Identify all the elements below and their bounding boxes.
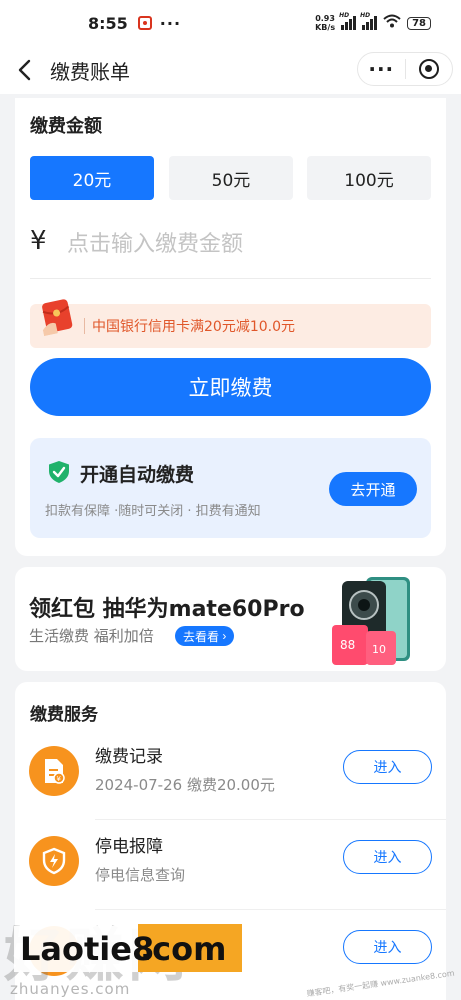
amount-option-50[interactable]: 50元 (169, 156, 293, 200)
power-shield-icon (29, 836, 79, 886)
service-row-third[interactable]: 进入 (15, 912, 446, 1000)
amount-title: 缴费金额 (30, 116, 102, 137)
enable-auto-pay-button[interactable]: 去开通 (329, 472, 417, 506)
app-notification-icon (137, 16, 152, 30)
mini-program-capsule: ··· (357, 52, 453, 86)
shield-check-icon (49, 461, 69, 483)
status-more-dots: ··· (159, 13, 182, 33)
input-divider (30, 278, 431, 279)
target-close-icon (418, 59, 439, 79)
status-indicators: 0.93 KB/s HD HD 78 (315, 12, 431, 32)
red-packet-88: 88 (340, 638, 355, 652)
promo-text: 中国银行信用卡满20元减10.0元 (92, 319, 295, 335)
services-title: 缴费服务 (30, 705, 98, 725)
auto-pay-title: 开通自动缴费 (80, 464, 195, 486)
battery-indicator: 78 (407, 16, 431, 30)
signal-icon: HD (339, 12, 357, 30)
phone-prize-image: 88 10 (332, 577, 410, 665)
hd-label: HD (339, 12, 350, 19)
hd-label-2: HD (360, 12, 371, 19)
red-packet-10: 10 (372, 643, 386, 656)
banner-subtitle: 生活缴费 福利加倍 (29, 627, 154, 645)
amount-option-100[interactable]: 100元 (307, 156, 431, 200)
enter-bill-record-button[interactable]: 进入 (343, 750, 432, 784)
network-speed-unit: KB/s (315, 23, 336, 32)
network-speed: 0.93 KB/s (315, 14, 335, 32)
currency-symbol: ¥ (30, 226, 47, 256)
service-desc: 停电信息查询 (95, 866, 186, 884)
service-row-outage-report[interactable]: 停电报障 停电信息查询 进入 (15, 822, 446, 910)
back-arrow-icon[interactable] (2, 48, 46, 92)
red-packet-icon (42, 299, 73, 337)
close-mini-program-button[interactable] (405, 59, 452, 79)
auto-pay-box: 开通自动缴费 扣款有保障 ·随时可关闭 · 扣费有通知 去开通 (30, 438, 431, 538)
service-row-bill-record[interactable]: ¥ 缴费记录 2024-07-26 缴费20.00元 进入 (15, 732, 446, 820)
amount-card: 缴费金额 20元 50元 100元 ¥ 中国银行信用卡满20元减10.0元 立即… (15, 98, 446, 556)
page-title: 缴费账单 (50, 59, 130, 84)
auto-pay-subtitle: 扣款有保障 ·随时可关闭 · 扣费有通知 (45, 504, 261, 519)
service-name: 停电报障 (95, 837, 163, 857)
amount-input[interactable] (67, 226, 427, 262)
service-icon (29, 926, 79, 976)
promo-banner[interactable]: 中国银行信用卡满20元减10.0元 (30, 299, 431, 348)
banner-title: 领红包 抽华为mate60Pro (29, 597, 305, 622)
pay-now-button[interactable]: 立即缴费 (30, 358, 431, 416)
banner-see-more-button[interactable]: 去看看 › (175, 626, 235, 646)
enter-outage-report-button[interactable]: 进入 (343, 840, 432, 874)
wifi-icon (383, 14, 401, 32)
row-divider (95, 909, 446, 910)
status-bar: 8:55 ··· 0.93 KB/s HD HD 78 (0, 0, 461, 46)
services-card: 缴费服务 ¥ 缴费记录 2024-07-26 缴费20.00元 进入 停电报障 … (15, 682, 446, 1000)
service-desc: 2024-07-26 缴费20.00元 (95, 776, 275, 794)
amount-option-20[interactable]: 20元 (30, 156, 154, 200)
banner-see-more-label: 去看看 (183, 629, 220, 644)
signal-icon-2: HD (360, 12, 378, 30)
bill-record-icon: ¥ (29, 746, 79, 796)
promo-lottery-banner[interactable]: 领红包 抽华为mate60Pro 生活缴费 福利加倍 去看看 › 88 10 (15, 567, 446, 671)
svg-text:¥: ¥ (57, 775, 62, 783)
promo-separator (84, 318, 85, 334)
row-divider (95, 819, 446, 820)
network-speed-value: 0.93 (315, 14, 335, 23)
status-time: 8:55 (88, 13, 128, 33)
service-name: 缴费记录 (95, 747, 163, 767)
chevron-right-icon: › (219, 629, 227, 643)
more-menu-button[interactable]: ··· (358, 59, 405, 79)
nav-bar: 缴费账单 ··· (0, 46, 461, 94)
enter-third-service-button[interactable]: 进入 (343, 930, 432, 964)
